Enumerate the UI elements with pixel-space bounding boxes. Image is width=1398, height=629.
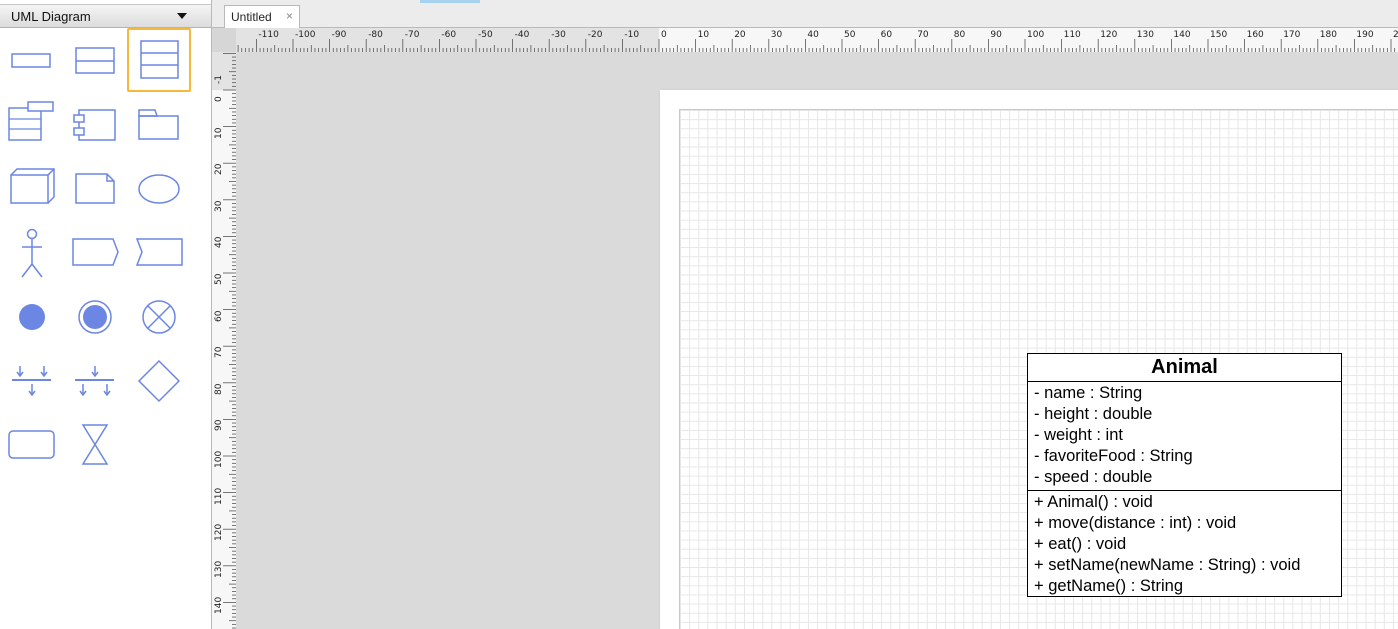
ruler-label: 130 [214,560,224,578]
ruler-label: 180 [1319,30,1337,40]
ruler-label: -10 [624,30,640,40]
state-shape[interactable] [0,413,64,477]
actor-shape[interactable] [0,221,64,285]
hourglass-shape[interactable] [63,413,127,477]
ruler-label: 150 [1210,30,1228,40]
flow-final-shape[interactable] [127,285,191,349]
ruler-label: 40 [807,30,819,40]
ruler-label: 70 [917,30,929,40]
ruler-label: 50 [214,273,224,285]
uml-class-name[interactable]: Animal [1028,354,1341,382]
operation-line[interactable]: + move(distance : int) : void [1034,513,1341,534]
ruler-label: 90 [990,30,1002,40]
package-shape[interactable] [127,93,191,157]
attribute-line[interactable]: - speed : double [1034,467,1341,488]
ruler-label: 170 [1283,30,1301,40]
attribute-line[interactable]: - name : String [1034,383,1341,404]
ruler-label: 60 [214,310,224,322]
operation-line[interactable]: + Animal() : void [1034,492,1341,513]
ruler-label: 50 [844,30,856,40]
ruler-label: -50 [478,30,493,40]
operation-line[interactable]: + getName() : String [1034,576,1341,597]
ruler-label: -60 [441,30,457,40]
ruler-label: -20 [587,30,603,40]
ruler-label: 80 [214,383,224,395]
send-signal-shape[interactable] [63,221,127,285]
shape-palette: UML Diagram [0,0,212,629]
ruler-label: 120 [214,524,224,542]
uml-class-box[interactable]: Animal - name : String - height : double -… [1027,353,1342,597]
ruler-label: 130 [1136,30,1154,40]
horizontal-ruler: -110 -100 -90 -80 -70 -60 -50 -40 -30 -20 -10 0 10 20… [236,28,1398,52]
ruler-corner [212,28,236,52]
ruler-label: 30 [770,30,783,40]
operation-line[interactable]: + eat() : void [1034,534,1341,555]
attribute-line[interactable]: - height : double [1034,404,1341,425]
title-bar-accent [420,0,480,3]
final-state-shape[interactable] [63,285,127,349]
ruler-label: 110 [1063,30,1081,40]
ruler-label: 10 [697,30,710,40]
ruler-label: -90 [331,30,347,40]
ruler-label: 40 [214,236,224,249]
attribute-line[interactable]: - weight : int [1034,425,1341,446]
ruler-label: 20 [734,30,746,40]
uml-attributes-section[interactable]: - name : String - height : double - weight… [1028,382,1341,491]
class-three-section-shape[interactable] [127,28,191,92]
ruler-label: 160 [1246,30,1264,40]
class-shape[interactable] [0,29,64,93]
ruler-label: 20 [214,163,224,176]
ruler-label: -100 [295,30,316,40]
ruler-label: 80 [953,30,966,40]
ruler-label: 100 [1027,30,1045,40]
triangle-down-icon[interactable] [176,10,188,22]
ruler-label: 10 [214,127,224,139]
ruler-label: 30 [214,200,224,212]
fork-shape[interactable] [63,349,127,413]
operation-line[interactable]: + setName(newName : String) : void [1034,555,1341,576]
tab-label: Untitled [231,10,272,24]
interface-shape[interactable] [0,93,64,157]
decision-shape[interactable] [127,349,191,413]
ruler-label: -110 [258,30,279,40]
ruler-label: 190 [1356,30,1374,40]
ruler-label: 0 [214,96,224,102]
initial-state-shape[interactable] [0,285,64,349]
receive-signal-shape[interactable] [127,221,191,285]
ruler-label: 20 [1393,30,1398,40]
palette-title: UML Diagram [11,9,91,24]
uml-operations-section[interactable]: + Animal() : void + move(distance : int) … [1028,491,1341,597]
use-case-shape[interactable] [127,157,191,221]
note-shape[interactable] [63,157,127,221]
node-shape[interactable] [0,157,64,221]
attribute-line[interactable]: - favoriteFood : String [1034,446,1341,467]
component-shape[interactable] [63,93,127,157]
vertical-ruler: -1 0 10 20 30 40 50 60 70 80 90 100 110 120 130 140 [212,52,236,629]
ruler-label: 90 [214,419,224,432]
ruler-label: 140 [214,597,224,615]
ruler-label: -70 [404,30,420,40]
palette-header[interactable]: UML Diagram [0,4,211,28]
ruler-label: -30 [551,30,566,40]
ruler-label: 60 [880,30,893,40]
class-two-section-shape[interactable] [63,29,127,93]
ruler-label: 120 [1100,30,1118,40]
ruler-label: 70 [214,346,224,359]
ruler-label: 140 [1173,30,1191,40]
ruler-label: -80 [368,30,383,40]
ruler-label: -40 [514,30,530,40]
ruler-label: 110 [214,487,224,505]
ruler-label: 0 [661,30,667,40]
join-shape[interactable] [0,349,64,413]
tab-untitled[interactable]: Untitled × [224,5,300,28]
close-icon[interactable]: × [286,9,293,23]
ruler-label: 100 [214,450,224,468]
ruler-label: -1 [214,75,224,85]
document-tab-strip: Untitled × [212,0,1398,28]
